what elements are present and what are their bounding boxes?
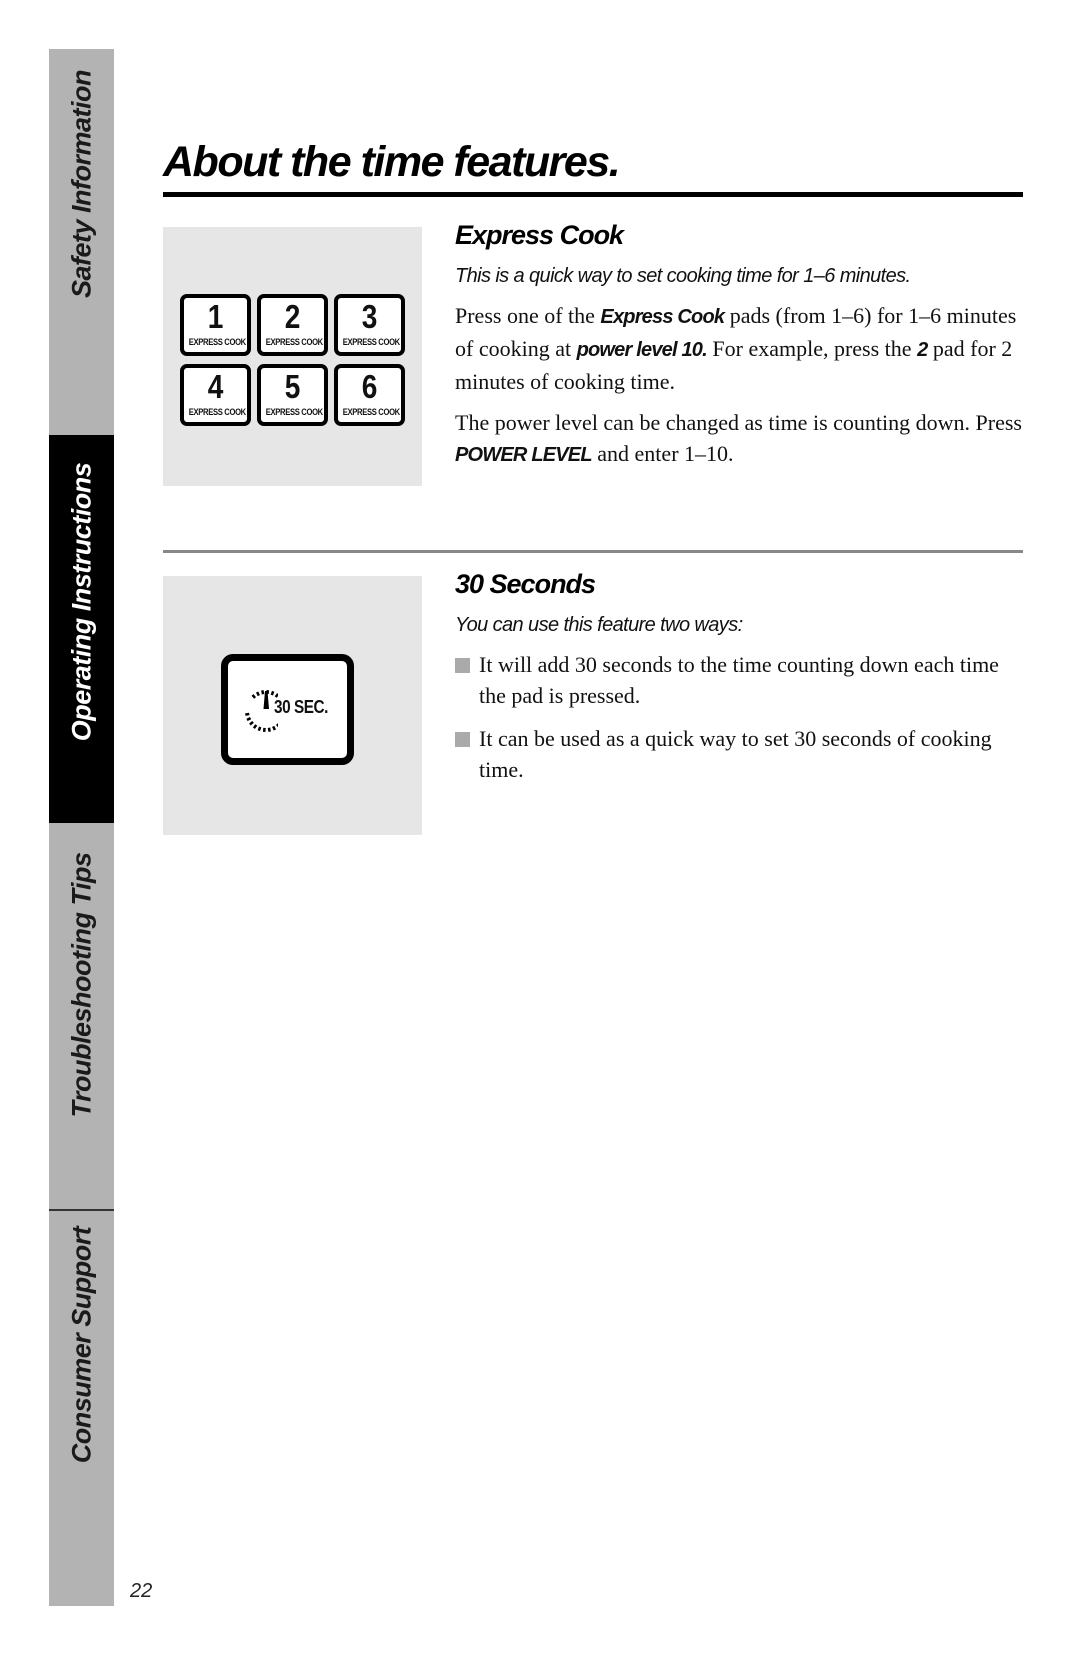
dial-tick bbox=[255, 691, 260, 697]
pad-label: EXPRESS COOK bbox=[265, 407, 323, 417]
text: and enter 1–10. bbox=[591, 441, 734, 466]
pad-label: EXPRESS COOK bbox=[188, 407, 246, 417]
dial-tick bbox=[251, 694, 257, 699]
tab-label: Troubleshooting Tips bbox=[66, 852, 96, 1118]
text: Press one of the bbox=[455, 303, 601, 328]
thirty-seconds-section: 30 Seconds You can use this feature two … bbox=[455, 569, 1025, 797]
thirty-seconds-illustration: 30 SEC. bbox=[163, 576, 422, 835]
tab-troubleshooting-tips[interactable]: Troubleshooting Tips bbox=[49, 823, 114, 1209]
pad-number: 1 bbox=[207, 298, 224, 335]
tab-label: Safety Information bbox=[66, 70, 96, 299]
tab-consumer-support[interactable]: Consumer Support bbox=[49, 1211, 114, 1606]
tab-label: Consumer Support bbox=[66, 1227, 96, 1464]
section-heading: 30 Seconds bbox=[455, 569, 596, 599]
list-item-text: It can be used as a quick way to set 30 … bbox=[479, 726, 992, 782]
list-item: It can be used as a quick way to set 30 … bbox=[455, 723, 1025, 785]
section-lead: This is a quick way to set cooking time … bbox=[455, 265, 911, 287]
dial-tick bbox=[246, 717, 252, 722]
express-cook-pad-5[interactable]: 5 EXPRESS COOK bbox=[257, 364, 328, 426]
section-divider bbox=[163, 550, 1023, 553]
pad-number: 5 bbox=[284, 368, 301, 405]
pad-number: 2 bbox=[284, 298, 301, 335]
express-cook-pad-4[interactable]: 4 EXPRESS COOK bbox=[180, 364, 251, 426]
bullet-square-icon bbox=[455, 658, 470, 673]
dial-tick bbox=[261, 690, 265, 695]
keyword-power-level: POWER LEVEL bbox=[455, 444, 593, 466]
tab-label: Operating Instructions bbox=[66, 462, 96, 742]
pad-label: EXPRESS COOK bbox=[265, 337, 323, 347]
keyword-pad-2: 2 bbox=[917, 339, 928, 361]
keyword-power-level-10: power level 10. bbox=[576, 339, 708, 361]
pad-label: EXPRESS COOK bbox=[342, 407, 400, 417]
thirty-seconds-pad[interactable]: 30 SEC. bbox=[221, 654, 354, 765]
express-cook-pad-grid: 1 EXPRESS COOK 2 EXPRESS COOK 3 EXPRESS … bbox=[180, 294, 405, 426]
express-cook-pad-3[interactable]: 3 EXPRESS COOK bbox=[334, 294, 405, 356]
bullet-square-icon bbox=[455, 732, 470, 747]
express-cook-section: Express Cook This is a quick way to set … bbox=[455, 220, 1025, 481]
power-level-note: The power level can be changed as time i… bbox=[455, 407, 1025, 471]
dial-tick bbox=[252, 724, 258, 729]
express-cook-pad-6[interactable]: 6 EXPRESS COOK bbox=[334, 364, 405, 426]
express-cook-pad-1[interactable]: 1 EXPRESS COOK bbox=[180, 294, 251, 356]
dial-tick bbox=[272, 725, 277, 731]
dial-tick bbox=[257, 726, 262, 732]
pad-label: EXPRESS COOK bbox=[188, 337, 246, 347]
express-cook-illustration: 1 EXPRESS COOK 2 EXPRESS COOK 3 EXPRESS … bbox=[163, 227, 422, 486]
tab-operating-instructions[interactable]: Operating Instructions bbox=[49, 435, 114, 823]
usage-list: It will add 30 seconds to the time count… bbox=[455, 649, 1025, 785]
section-heading: Express Cook bbox=[455, 220, 624, 250]
page-number: 22 bbox=[130, 1580, 153, 1602]
pad-number: 6 bbox=[361, 368, 378, 405]
tab-safety-information[interactable]: Safety Information bbox=[49, 49, 114, 435]
pad-label: 30 SEC. bbox=[274, 697, 329, 717]
list-item: It will add 30 seconds to the time count… bbox=[455, 649, 1025, 711]
dial-tick bbox=[275, 723, 278, 728]
dial-tick bbox=[245, 712, 250, 716]
pad-number: 4 bbox=[207, 368, 224, 405]
pad-number: 3 bbox=[361, 298, 378, 335]
keyword-express-cook: Express Cook bbox=[600, 306, 725, 328]
list-item-text: It will add 30 seconds to the time count… bbox=[479, 652, 999, 708]
pad-label: EXPRESS COOK bbox=[342, 337, 400, 347]
express-cook-pad-2[interactable]: 2 EXPRESS COOK bbox=[257, 294, 328, 356]
page-title: About the time features. bbox=[163, 138, 621, 186]
dial-tick bbox=[249, 720, 254, 726]
dial-tick bbox=[267, 727, 271, 732]
dial-tick bbox=[270, 690, 275, 696]
section-lead: You can use this feature two ways: bbox=[455, 614, 743, 636]
section-tabs-sidebar: Safety Information Operating Instruction… bbox=[49, 49, 114, 1606]
text: For example, press the bbox=[706, 336, 918, 361]
timer-dial-icon bbox=[245, 689, 278, 733]
express-cook-instructions: Press one of the Express Cook pads (from… bbox=[455, 300, 1025, 397]
text: The power level can be changed as time i… bbox=[455, 410, 1022, 435]
title-rule bbox=[163, 192, 1023, 197]
